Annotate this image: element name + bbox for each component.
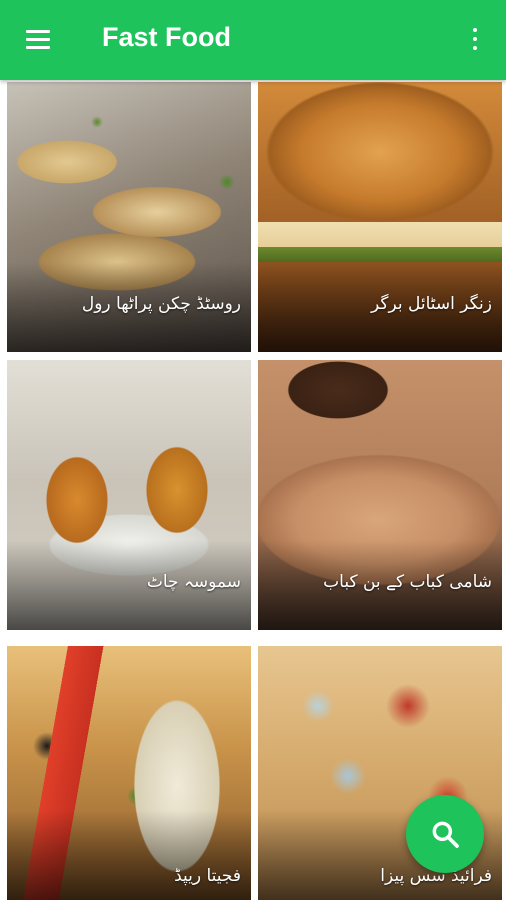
search-icon [432,821,459,848]
more-vert-icon [473,28,477,32]
recipe-card[interactable]: سموسہ چاٹ [7,360,251,630]
recipe-title: روسٹڈ چکن پراٹھا رول [81,294,241,314]
menu-button[interactable] [18,24,58,56]
recipe-card[interactable]: شامی کباب کے بن کباب [258,360,502,630]
recipe-title: شامی کباب کے بن کباب [323,572,492,592]
app-title: Fast Food [102,22,231,52]
recipe-title: سموسہ چاٹ [146,572,241,592]
recipe-card[interactable]: زنگر اسٹائل برگر [258,82,502,352]
recipe-title: فجیتا ریپڈ [174,866,241,886]
recipe-card[interactable]: فجیتا ریپڈ [7,646,251,900]
recipe-title: زنگر اسٹائل برگر [371,294,492,314]
hamburger-menu-icon [26,30,50,33]
recipe-card[interactable]: روسٹڈ چکن پراٹھا رول [7,82,251,352]
recipe-grid: روسٹڈ چکن پراٹھا رول زنگر اسٹائل برگر سم… [0,80,506,900]
app-bar: Fast Food [0,0,506,80]
search-fab[interactable] [406,795,484,873]
overflow-menu-button[interactable] [460,24,490,56]
